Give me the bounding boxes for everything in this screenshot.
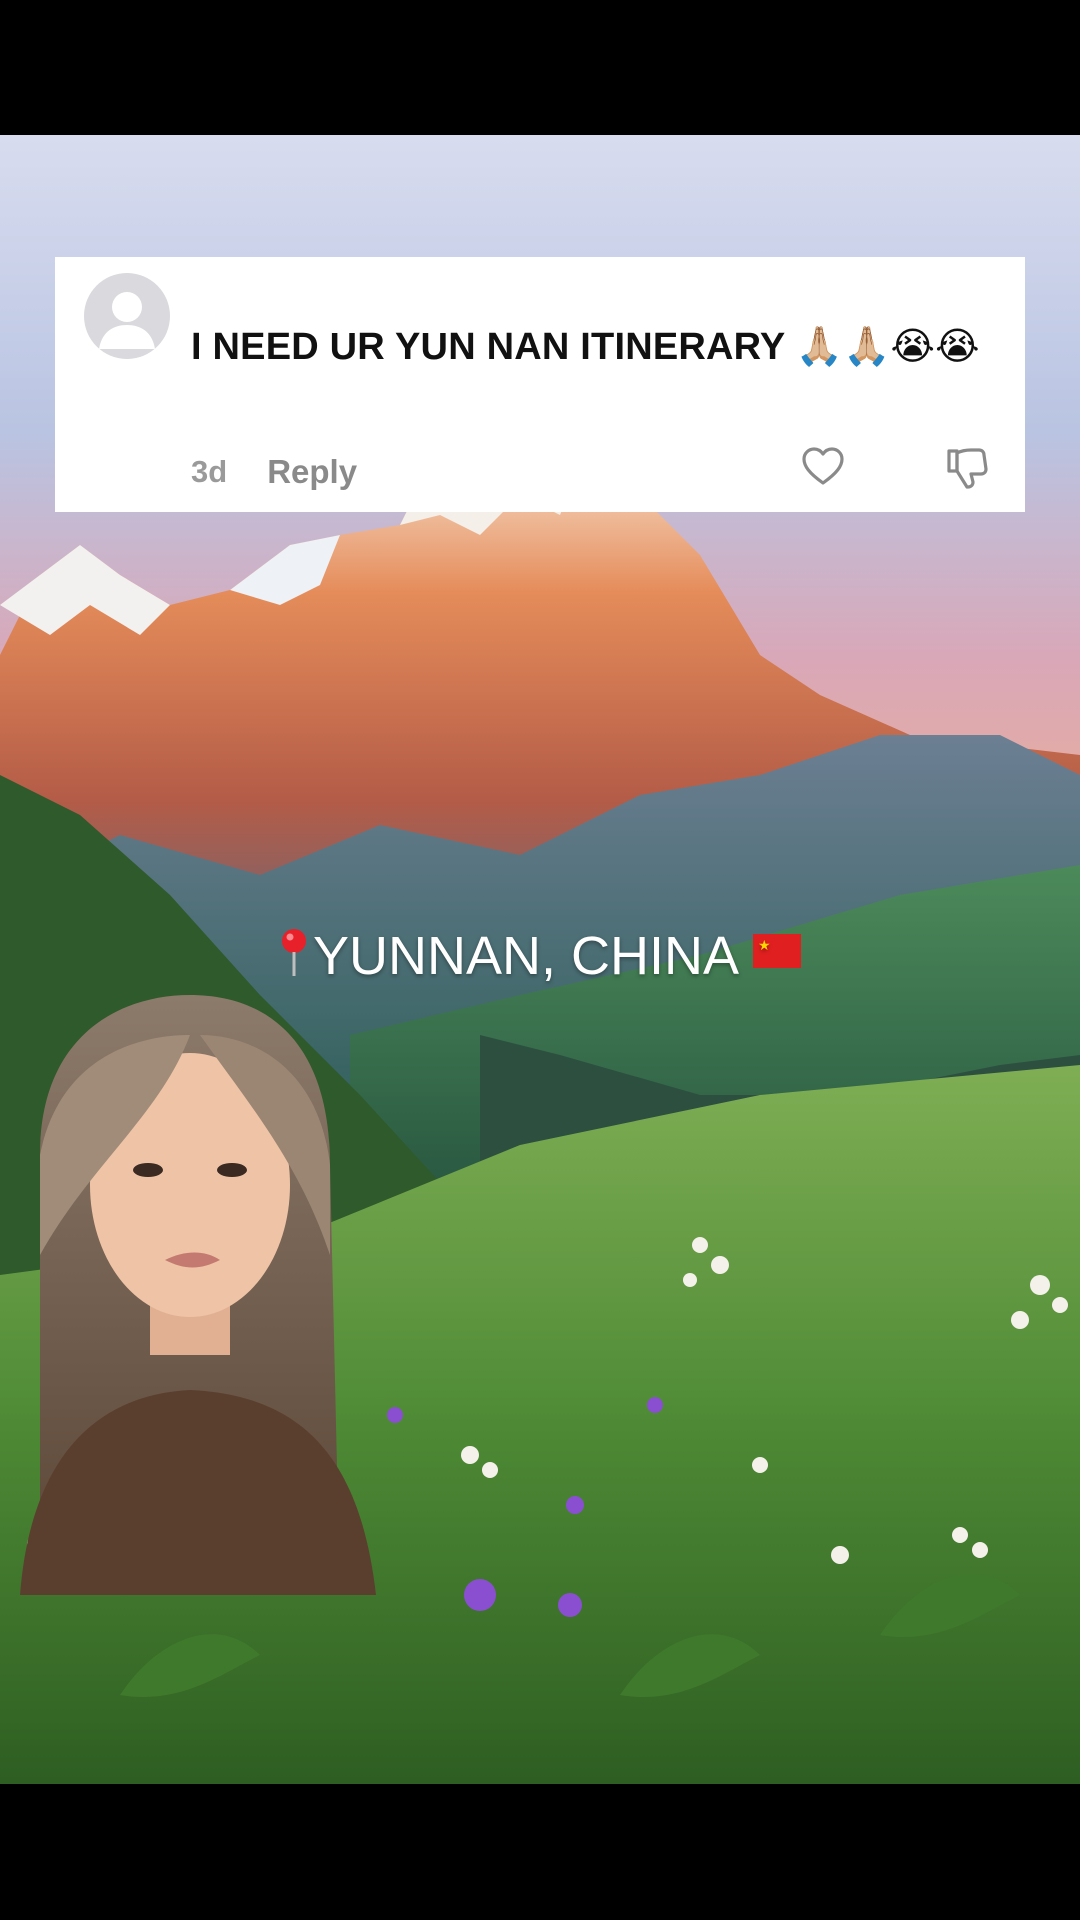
comment-text: I NEED UR YUN NAN ITINERARY 🙏🏼🙏🏼😭😭: [191, 326, 980, 368]
top-letterbox: [0, 0, 1080, 135]
china-flag-icon: ★: [753, 934, 802, 968]
comment-timestamp: 3d: [191, 454, 228, 489]
location-caption: YUNNAN, CHINA ★: [0, 925, 1080, 991]
user-avatar[interactable]: [84, 273, 170, 359]
dislike-button[interactable]: [943, 443, 991, 491]
like-button[interactable]: [799, 443, 847, 491]
heart-outline-icon: [802, 447, 844, 485]
thumbs-down-outline-icon: [947, 448, 988, 489]
location-text: YUNNAN, CHINA: [312, 926, 740, 986]
creator-cutout-image: [0, 995, 396, 1595]
bottom-letterbox: [0, 1784, 1080, 1920]
reply-button[interactable]: Reply: [267, 453, 357, 491]
comment-card: I NEED UR YUN NAN ITINERARY 🙏🏼🙏🏼😭😭 3d Re…: [55, 257, 1025, 512]
default-user-icon: [99, 292, 155, 349]
round-pushpin-icon: [279, 928, 309, 991]
